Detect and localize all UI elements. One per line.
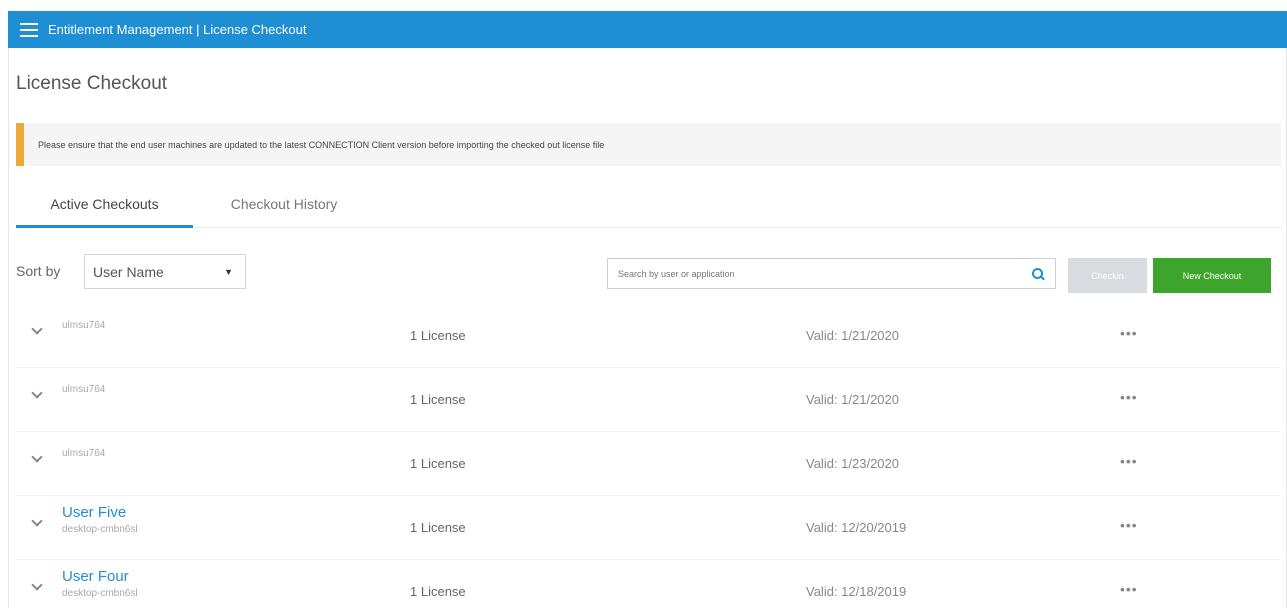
row-user-name: ulmsu764 <box>62 320 106 331</box>
checkin-button[interactable]: Checkin <box>1068 258 1147 293</box>
chevron-down-icon[interactable] <box>32 326 42 336</box>
row-valid-date: Valid: 1/23/2020 <box>806 456 899 471</box>
row-license-count: 1 License <box>410 520 466 535</box>
caret-down-icon: ▼ <box>224 266 233 277</box>
chevron-down-icon[interactable] <box>32 390 42 400</box>
row-user-link[interactable]: User Four <box>62 568 129 585</box>
row-license-count: 1 License <box>410 456 466 471</box>
hamburger-menu-icon[interactable] <box>20 22 38 37</box>
row-user-link[interactable]: User Five <box>62 504 126 521</box>
search-input[interactable] <box>618 268 1031 279</box>
row-machine-name: desktop-cmbn6sl <box>62 588 138 599</box>
checkout-row: ulmsu764 1 License Valid: 1/21/2020 ••• <box>16 368 1281 432</box>
row-user-name: ulmsu764 <box>62 448 106 459</box>
checkout-row: User Five desktop-cmbn6sl 1 License Vali… <box>16 496 1281 560</box>
row-license-count: 1 License <box>410 328 466 343</box>
app-title: Entitlement Management | License Checkou… <box>48 22 307 37</box>
checkout-row: ulmsu764 1 License Valid: 1/21/2020 ••• <box>16 304 1281 368</box>
tab-bar: Active Checkouts Checkout History <box>16 188 1281 228</box>
row-machine-name: desktop-cmbn6sl <box>62 524 138 535</box>
tab-checkout-history[interactable]: Checkout History <box>209 188 359 228</box>
sort-by-label: Sort by <box>16 263 61 279</box>
more-actions-icon[interactable]: ••• <box>1120 325 1138 341</box>
top-navigation-bar: Entitlement Management | License Checkou… <box>8 11 1287 48</box>
warning-banner: Please ensure that the end user machines… <box>16 123 1281 166</box>
more-actions-icon[interactable]: ••• <box>1120 581 1138 597</box>
checkout-list: ulmsu764 1 License Valid: 1/21/2020 ••• … <box>16 304 1281 608</box>
chevron-down-icon[interactable] <box>32 582 42 592</box>
frame-left-border <box>8 48 9 608</box>
search-icon[interactable] <box>1031 267 1045 281</box>
row-license-count: 1 License <box>410 392 466 407</box>
tab-active-checkouts[interactable]: Active Checkouts <box>16 188 193 228</box>
page-title: License Checkout <box>16 73 168 94</box>
more-actions-icon[interactable]: ••• <box>1120 517 1138 533</box>
chevron-down-icon[interactable] <box>32 518 42 528</box>
row-user-name: ulmsu764 <box>62 384 106 395</box>
warning-banner-text: Please ensure that the end user machines… <box>38 139 605 150</box>
search-box <box>607 258 1056 289</box>
more-actions-icon[interactable]: ••• <box>1120 389 1138 405</box>
row-license-count: 1 License <box>410 584 466 599</box>
row-valid-date: Valid: 12/18/2019 <box>806 584 907 599</box>
sort-by-value: User Name <box>93 263 164 280</box>
checkout-row: User Four desktop-cmbn6sl 1 License Vali… <box>16 560 1281 608</box>
chevron-down-icon[interactable] <box>32 454 42 464</box>
row-valid-date: Valid: 12/20/2019 <box>806 520 907 535</box>
row-valid-date: Valid: 1/21/2020 <box>806 328 899 343</box>
row-valid-date: Valid: 1/21/2020 <box>806 392 899 407</box>
more-actions-icon[interactable]: ••• <box>1120 453 1138 469</box>
new-checkout-button[interactable]: New Checkout <box>1153 258 1271 293</box>
sort-by-dropdown[interactable]: User Name ▼ <box>84 254 246 289</box>
checkout-row: ulmsu764 1 License Valid: 1/23/2020 ••• <box>16 432 1281 496</box>
